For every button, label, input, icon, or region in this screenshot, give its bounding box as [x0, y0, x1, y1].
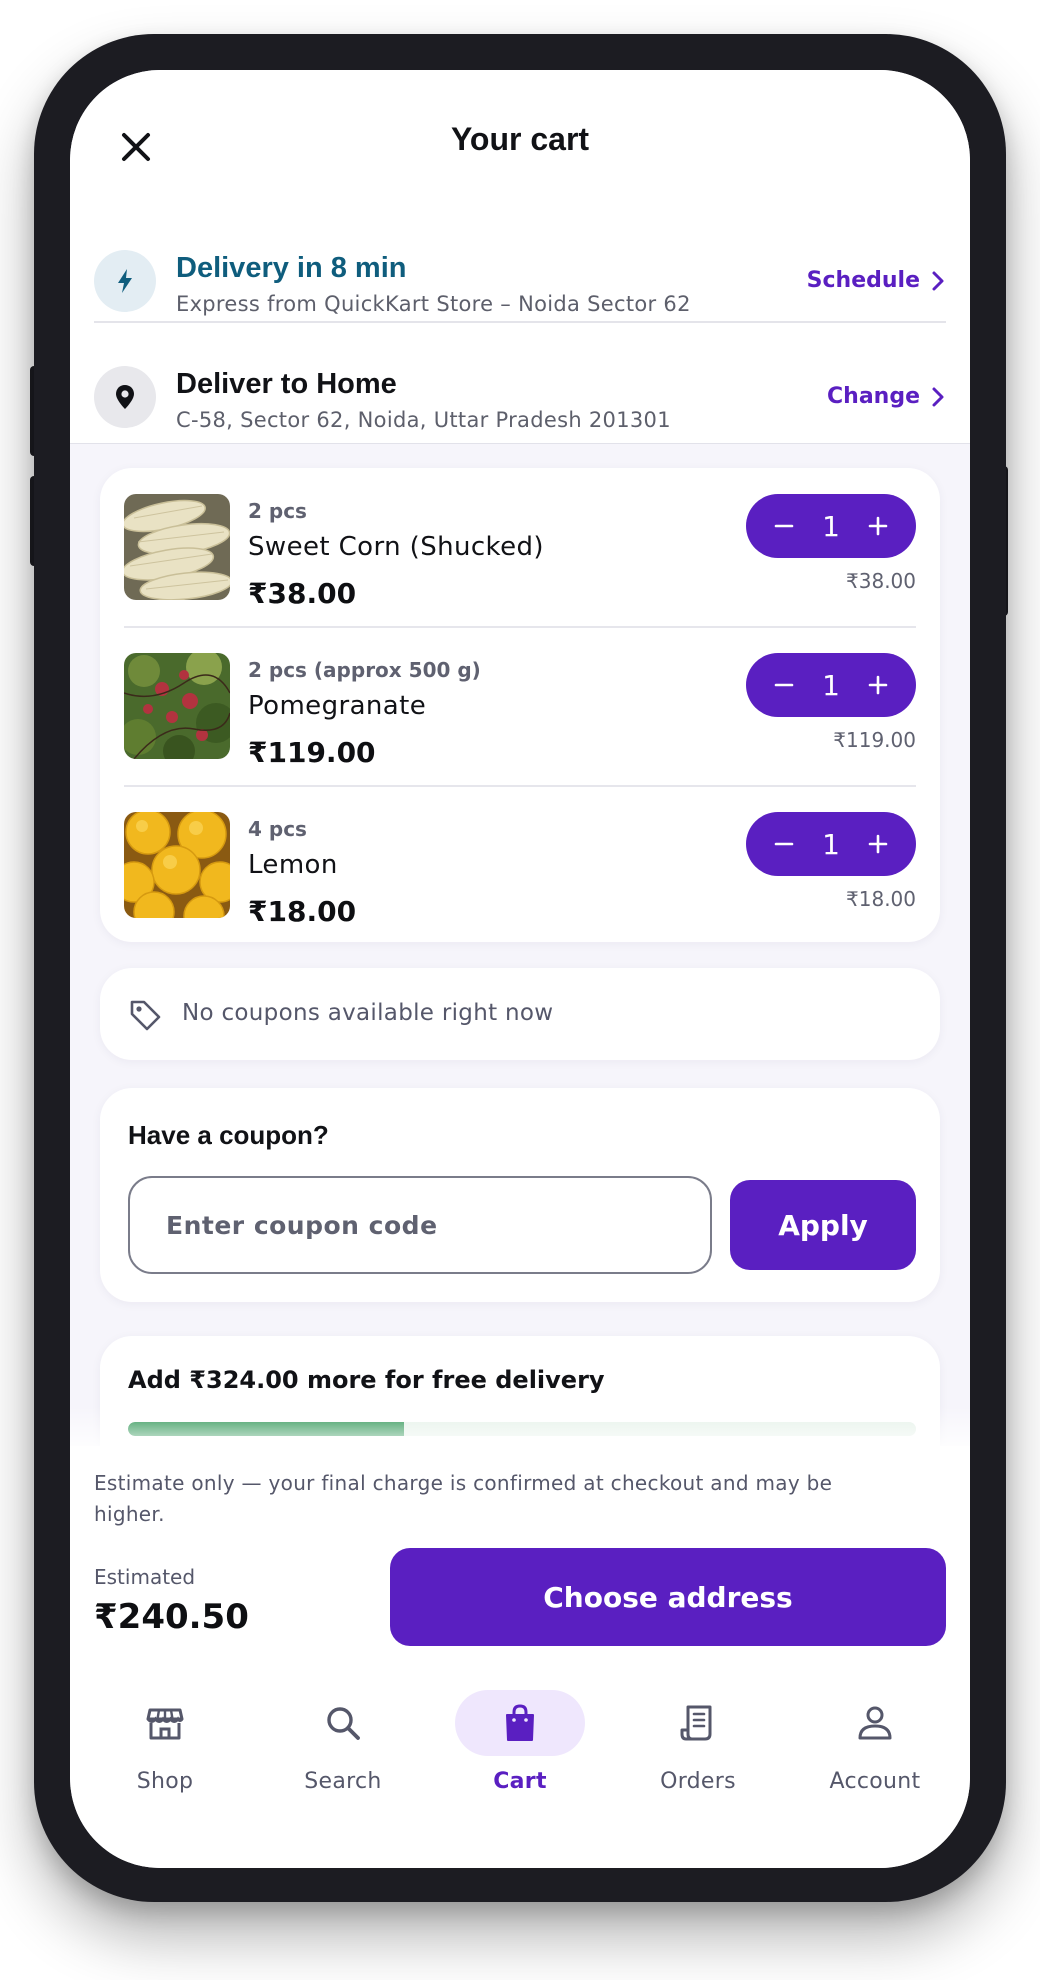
cart-screen: Your cart Delivery in 8 min Express from…	[70, 70, 970, 1868]
decrease-quantity-button[interactable]	[764, 506, 804, 546]
item-quantity-note: 4 pcs	[248, 817, 307, 841]
tag-icon	[128, 998, 162, 1036]
item-quantity-note: 2 pcs (approx 500 g)	[248, 658, 481, 682]
change-address-button[interactable]: Change	[827, 382, 946, 412]
store-icon	[100, 1690, 230, 1756]
coupon-title: Have a coupon?	[128, 1120, 329, 1150]
minus-icon	[774, 683, 794, 687]
increase-quantity-button[interactable]	[858, 506, 898, 546]
nav-item-cart[interactable]: Cart	[445, 1690, 595, 1810]
cart-header: Your cart Delivery in 8 min Express from…	[70, 70, 970, 444]
quantity-stepper: 1	[746, 494, 916, 558]
delivery-store-subtitle: Express from QuickKart Store – Noida Sec…	[176, 292, 691, 316]
nav-item-search[interactable]: Search	[268, 1690, 418, 1810]
pomegranate-image	[124, 653, 230, 759]
estimated-label: Estimated	[94, 1565, 196, 1589]
checkout-bar: Estimate only — your final charge is con…	[70, 1446, 970, 1674]
plus-icon	[868, 675, 888, 695]
coupon-entry-card: Have a coupon? Apply	[100, 1088, 940, 1302]
decrease-quantity-button[interactable]	[764, 824, 804, 864]
checkout-fade	[70, 1406, 970, 1446]
cart-item: 2 pcs Sweet Corn (Shucked) ₹38.00 1 ₹38.…	[124, 480, 916, 638]
sweet-corn-image	[124, 494, 230, 600]
item-name: Sweet Corn (Shucked)	[248, 532, 544, 562]
minus-icon	[774, 842, 794, 846]
lemon-image	[124, 812, 230, 918]
cart-items-card: 2 pcs Sweet Corn (Shucked) ₹38.00 1 ₹38.…	[100, 468, 940, 942]
apply-coupon-button[interactable]: Apply	[730, 1180, 916, 1270]
nav-item-orders[interactable]: Orders	[623, 1690, 773, 1810]
deliver-to-title: Deliver to Home	[176, 368, 397, 400]
receipt-icon	[633, 1690, 763, 1756]
decrease-quantity-button[interactable]	[764, 665, 804, 705]
bottom-nav: Shop Search Cart Orders Account	[70, 1674, 970, 1868]
page-title: Your cart	[450, 121, 590, 157]
estimated-total: ₹240.50	[94, 1597, 249, 1637]
estimate-disclaimer: Estimate only — your final charge is con…	[94, 1471, 833, 1526]
coupon-code-input[interactable]	[128, 1176, 712, 1274]
item-quantity-note: 2 pcs	[248, 499, 307, 523]
deliver-to-address: C-58, Sector 62, Noida, Uttar Pradesh 20…	[176, 408, 671, 432]
item-line-total: ₹38.00	[846, 569, 916, 593]
search-icon	[278, 1690, 408, 1756]
minus-icon	[774, 524, 794, 528]
item-name: Lemon	[248, 850, 338, 880]
header-divider	[94, 321, 946, 323]
item-price: ₹18.00	[248, 895, 357, 928]
quantity-stepper: 1	[746, 653, 916, 717]
free-delivery-text: Add ₹324.00 more for free delivery	[128, 1366, 605, 1394]
item-line-total: ₹18.00	[846, 887, 916, 911]
plus-icon	[868, 834, 888, 854]
item-divider	[124, 785, 916, 787]
nav-item-account[interactable]: Account	[800, 1690, 950, 1810]
nav-label-account: Account	[829, 1769, 921, 1794]
change-label: Change	[827, 384, 920, 409]
quantity-value: 1	[822, 668, 840, 702]
cart-item: 4 pcs Lemon ₹18.00 1 ₹18.00	[124, 798, 916, 956]
item-price: ₹119.00	[248, 736, 376, 769]
item-name: Pomegranate	[248, 691, 427, 721]
person-icon	[810, 1690, 940, 1756]
item-divider	[124, 626, 916, 628]
chevron-right-icon	[932, 271, 944, 291]
plus-icon	[868, 516, 888, 536]
increase-quantity-button[interactable]	[858, 824, 898, 864]
choose-address-button[interactable]: Choose address	[390, 1548, 946, 1646]
nav-label-orders: Orders	[660, 1769, 736, 1794]
location-pin-icon	[94, 366, 156, 428]
shopping-bag-icon	[455, 1690, 585, 1756]
deliver-to-row: Deliver to Home C-58, Sector 62, Noida, …	[94, 344, 946, 454]
schedule-label: Schedule	[806, 268, 920, 293]
no-coupons-text: No coupons available right now	[182, 1000, 554, 1026]
cart-item: 2 pcs (approx 500 g) Pomegranate ₹119.00…	[124, 639, 916, 797]
nav-label-cart: Cart	[493, 1769, 547, 1794]
increase-quantity-button[interactable]	[858, 665, 898, 705]
quantity-value: 1	[822, 827, 840, 861]
no-coupons-banner: No coupons available right now	[100, 968, 940, 1060]
nav-item-shop[interactable]: Shop	[90, 1690, 240, 1810]
lightning-icon	[94, 250, 156, 312]
quantity-value: 1	[822, 509, 840, 543]
nav-label-search: Search	[304, 1769, 382, 1794]
item-price: ₹38.00	[248, 577, 357, 610]
nav-label-shop: Shop	[136, 1769, 194, 1794]
quantity-stepper: 1	[746, 812, 916, 876]
item-line-total: ₹119.00	[833, 728, 916, 752]
chevron-right-icon	[932, 387, 944, 407]
schedule-button[interactable]: Schedule	[807, 266, 946, 296]
delivery-time-title: Delivery in 8 min	[176, 252, 407, 284]
